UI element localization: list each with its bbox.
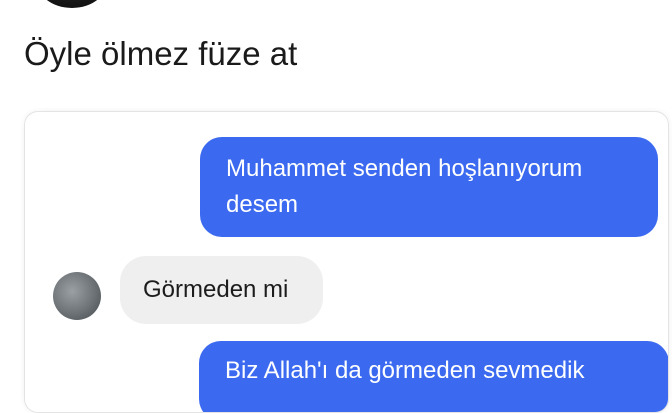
incoming-message-bubble: Görmeden mi bbox=[120, 256, 323, 324]
message-line: Muhammet senden hoşlanıyorum bbox=[226, 155, 583, 182]
post-caption: Öyle ölmez füze at bbox=[24, 35, 298, 72]
message-line: desem bbox=[226, 191, 299, 218]
outgoing-message-bubble: Muhammet senden hoşlanıyorum desem bbox=[200, 137, 658, 237]
contact-avatar bbox=[53, 272, 101, 320]
poster-avatar[interactable] bbox=[35, 0, 109, 8]
chat-screenshot: Muhammet senden hoşlanıyorum desem Görme… bbox=[24, 111, 669, 413]
outgoing-message-bubble: Biz Allah'ı da görmeden sevmedik bbox=[199, 341, 668, 412]
